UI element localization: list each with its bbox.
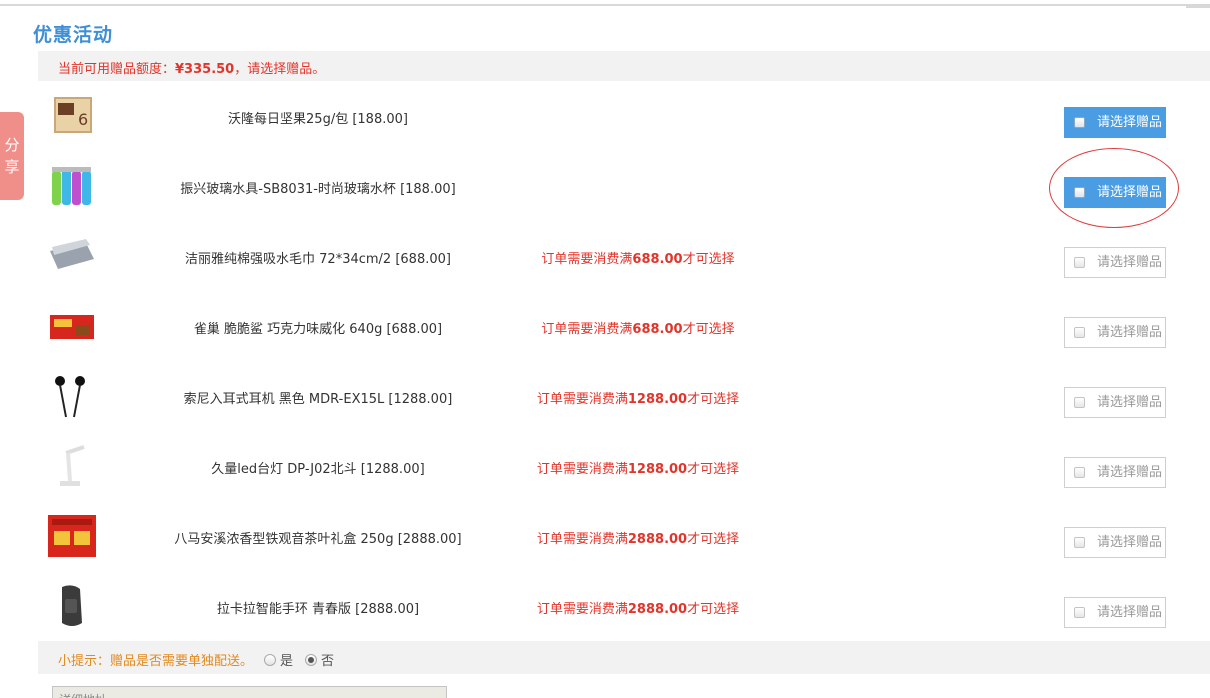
- gift-condition-amount: 2888.00: [627, 602, 688, 617]
- desk-lamp-icon: [46, 443, 98, 489]
- gift-condition-amount: 688.00: [632, 322, 683, 337]
- select-gift-button[interactable]: 请选择赠品: [1064, 597, 1166, 628]
- select-gift-button[interactable]: 请选择赠品: [1064, 107, 1166, 138]
- gift-condition-amount: 1288.00: [627, 462, 688, 477]
- gift-condition-prefix: 订单需要消费满: [536, 392, 628, 407]
- separate-delivery-radio-group: 是否: [264, 650, 346, 669]
- gift-row: 洁丽雅纯棉强吸水毛巾 72*34cm/2 [688.00] 订单需要消费满688.…: [38, 221, 1210, 291]
- select-gift-label: 请选择赠品: [1097, 605, 1163, 620]
- select-gift-label: 请选择赠品: [1097, 255, 1163, 270]
- gift-condition-amount: 2888.00: [627, 532, 688, 547]
- gift-condition-amount: 1288.00: [627, 392, 688, 407]
- share-tab-label-2: 享: [4, 158, 20, 176]
- gift-row: 拉卡拉智能手环 青春版 [2888.00] 订单需要消费满2888.00才可选择 请…: [38, 571, 1210, 641]
- svg-text:6: 6: [78, 110, 88, 129]
- select-gift-label: 请选择赠品: [1097, 535, 1163, 550]
- section-title: 优惠活动: [33, 24, 114, 46]
- gift-row: 索尼入耳式耳机 黑色 MDR-EX15L [1288.00] 订单需要消费满128…: [38, 361, 1210, 431]
- delivery-radio-label: 否: [321, 654, 335, 669]
- wafer-box-icon: [46, 303, 98, 349]
- gift-condition-prefix: 订单需要消费满: [536, 602, 628, 617]
- address-field[interactable]: 详细地址: [52, 686, 447, 698]
- share-tab[interactable]: 分 享: [0, 112, 24, 200]
- delivery-hint-bar: 小提示：赠品是否需要单独配送。 是否: [38, 641, 1210, 674]
- gift-row: 振兴玻璃水具-SB8031-时尚玻璃水杯 [188.00] 请选择赠品: [38, 151, 1210, 221]
- gift-condition-suffix: 才可选择: [682, 252, 735, 267]
- gift-condition-prefix: 订单需要消费满: [541, 322, 633, 337]
- gift-condition-prefix: 订单需要消费满: [541, 252, 633, 267]
- share-tab-label-1: 分: [4, 136, 20, 154]
- delivery-radio-label: 是: [280, 654, 294, 669]
- top-divider: [0, 4, 1210, 6]
- gift-condition-suffix: 才可选择: [687, 602, 740, 617]
- gift-condition-suffix: 才可选择: [687, 392, 740, 407]
- gift-name: 雀巢 脆脆鲨 巧克力味威化 640g [688.00]: [193, 322, 443, 337]
- gift-checkbox[interactable]: [1074, 607, 1085, 618]
- select-gift-button[interactable]: 请选择赠品: [1064, 247, 1166, 278]
- earphones-icon: [46, 373, 98, 419]
- select-gift-button[interactable]: 请选择赠品: [1064, 527, 1166, 558]
- annotation-highlight-circle: [1049, 148, 1179, 228]
- gift-condition: 订单需要消费满2888.00才可选择: [478, 528, 798, 547]
- gift-checkbox[interactable]: [1074, 397, 1085, 408]
- gift-name: 八马安溪浓香型铁观音茶叶礼盒 250g [2888.00]: [174, 532, 462, 547]
- smart-band-icon: [46, 583, 98, 629]
- select-gift-label: 请选择赠品: [1097, 115, 1163, 130]
- top-divider-end: [1186, 6, 1210, 8]
- gift-quota-amount: ¥335.50: [175, 62, 235, 77]
- gift-condition: 订单需要消费满688.00才可选择: [478, 248, 798, 267]
- select-gift-label: 请选择赠品: [1097, 465, 1163, 480]
- gift-row: 八马安溪浓香型铁观音茶叶礼盒 250g [2888.00] 订单需要消费满2888…: [38, 501, 1210, 571]
- gift-name: 沃隆每日坚果25g/包 [188.00]: [228, 112, 408, 127]
- gift-condition-amount: 688.00: [632, 252, 683, 267]
- nut-pack-icon: 6: [46, 93, 98, 139]
- gift-condition: 订单需要消费满2888.00才可选择: [478, 598, 798, 617]
- delivery-hint-text: 小提示：赠品是否需要单独配送。: [58, 654, 254, 669]
- delivery-radio-no[interactable]: [305, 653, 318, 666]
- gift-quota-notice: 当前可用赠品额度：¥335.50，请选择赠品。: [38, 51, 1210, 81]
- select-gift-button[interactable]: 请选择赠品: [1064, 457, 1166, 488]
- gift-condition-prefix: 订单需要消费满: [536, 532, 628, 547]
- gift-name: 索尼入耳式耳机 黑色 MDR-EX15L [1288.00]: [183, 392, 453, 407]
- tea-giftbox-icon: [46, 513, 98, 559]
- gift-condition-prefix: 订单需要消费满: [536, 462, 628, 477]
- gift-name: 久量led台灯 DP-J02北斗 [1288.00]: [211, 462, 425, 477]
- notice-prefix: 当前可用赠品额度：: [58, 62, 176, 77]
- select-gift-label: 请选择赠品: [1097, 395, 1163, 410]
- gift-name: 洁丽雅纯棉强吸水毛巾 72*34cm/2 [688.00]: [185, 252, 451, 267]
- delivery-radio-yes[interactable]: [264, 653, 276, 666]
- gift-checkbox[interactable]: [1074, 257, 1085, 268]
- gift-condition: 订单需要消费满1288.00才可选择: [478, 458, 798, 477]
- gift-checkbox[interactable]: [1074, 467, 1085, 478]
- select-gift-button[interactable]: 请选择赠品: [1064, 317, 1166, 348]
- gift-list: 6 沃隆每日坚果25g/包 [188.00] 请选择赠品 振兴玻璃水具-SB8031-…: [38, 81, 1210, 641]
- gift-checkbox[interactable]: [1074, 327, 1085, 338]
- gift-quota-text: 当前可用赠品额度：¥335.50，请选择赠品。: [58, 58, 325, 77]
- towel-icon: [46, 233, 98, 279]
- select-gift-label: 请选择赠品: [1097, 325, 1163, 340]
- notice-suffix: ，请选择赠品。: [234, 62, 326, 77]
- gift-checkbox[interactable]: [1074, 117, 1085, 128]
- gift-condition-suffix: 才可选择: [687, 462, 740, 477]
- select-gift-button[interactable]: 请选择赠品: [1064, 387, 1166, 418]
- gift-condition: 订单需要消费满1288.00才可选择: [478, 388, 798, 407]
- gift-condition-suffix: 才可选择: [687, 532, 740, 547]
- gift-name: 振兴玻璃水具-SB8031-时尚玻璃水杯 [188.00]: [180, 182, 456, 197]
- gift-condition-suffix: 才可选择: [682, 322, 735, 337]
- glass-bottles-icon: [46, 163, 98, 209]
- gift-row: 6 沃隆每日坚果25g/包 [188.00] 请选择赠品: [38, 81, 1210, 151]
- gift-name: 拉卡拉智能手环 青春版 [2888.00]: [216, 602, 420, 617]
- gift-row: 雀巢 脆脆鲨 巧克力味威化 640g [688.00] 订单需要消费满688.00…: [38, 291, 1210, 361]
- gift-row: 久量led台灯 DP-J02北斗 [1288.00] 订单需要消费满1288.00…: [38, 431, 1210, 501]
- gift-checkbox[interactable]: [1074, 537, 1085, 548]
- gift-condition: 订单需要消费满688.00才可选择: [478, 318, 798, 337]
